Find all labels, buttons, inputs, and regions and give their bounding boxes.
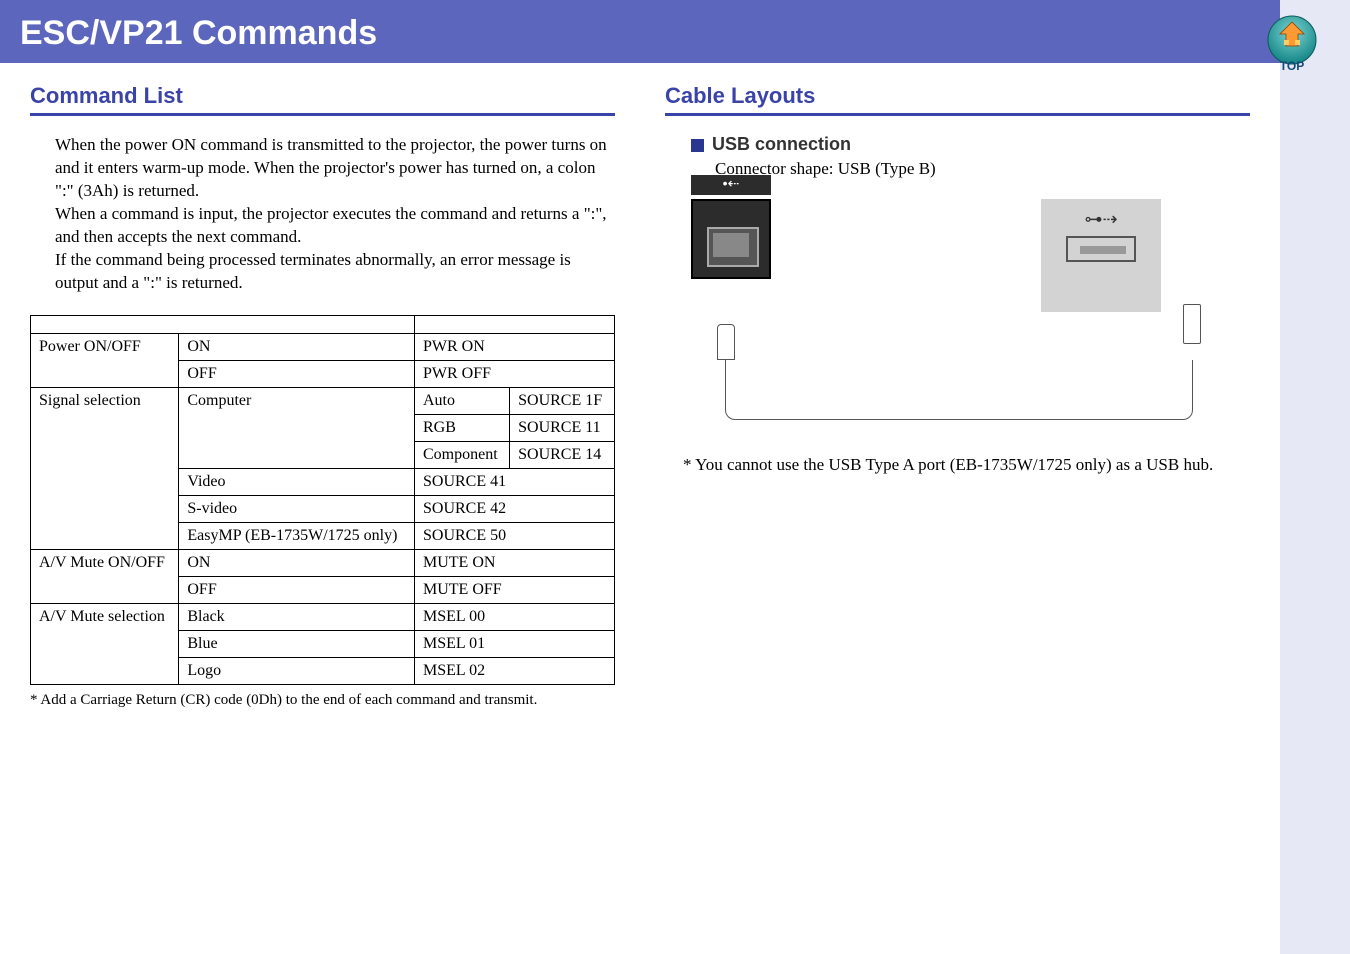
table-row: A/V Mute ON/OFF ON MUTE ON — [31, 549, 615, 576]
cell-mode: RGB — [415, 414, 510, 441]
table-row: Power ON/OFF ON PWR ON — [31, 333, 615, 360]
cell-item: Power ON/OFF — [31, 333, 179, 387]
cell-cmd: MSEL 00 — [415, 603, 615, 630]
cell-cmd: SOURCE 1F — [510, 387, 615, 414]
cell-cmd: SOURCE 11 — [510, 414, 615, 441]
usb-cable-path-icon — [725, 360, 1193, 420]
cell-sub: Video — [179, 468, 415, 495]
cell-cmd: MSEL 01 — [415, 630, 615, 657]
usb-type-a-block: ⊶⇢ — [1041, 199, 1161, 312]
cell-cmd: MSEL 02 — [415, 657, 615, 684]
top-nav-icon[interactable]: TOP — [1260, 12, 1324, 76]
section-title-cable-layouts: Cable Layouts — [665, 83, 1250, 116]
command-list-intro: When the power ON command is transmitted… — [55, 134, 615, 295]
right-column: Cable Layouts USB connection Connector s… — [665, 83, 1250, 710]
cell-item: A/V Mute ON/OFF — [31, 549, 179, 603]
cell-sub: Computer — [179, 387, 415, 468]
usb-cable-diagram — [691, 324, 1211, 444]
command-table: Power ON/OFF ON PWR ON OFF PWR OFF Signa… — [30, 315, 615, 685]
table-footnote: * Add a Carriage Return (CR) code (0Dh) … — [30, 691, 615, 711]
cell-cmd: PWR ON — [415, 333, 615, 360]
section-title-command-list: Command List — [30, 83, 615, 116]
cell-sub: Black — [179, 603, 415, 630]
cell-cmd: SOURCE 14 — [510, 441, 615, 468]
cell-item: Signal selection — [31, 387, 179, 549]
page-title: ESC/VP21 Commands — [20, 14, 377, 52]
page-header: ESC/VP21 Commands — [0, 0, 1280, 63]
usb-connection-heading: USB connection — [691, 134, 1250, 155]
cell-cmd: PWR OFF — [415, 360, 615, 387]
cell-item: A/V Mute selection — [31, 603, 179, 684]
cell-sub: Blue — [179, 630, 415, 657]
cell-sub: OFF — [179, 360, 415, 387]
usb-hub-note: * You cannot use the USB Type A port (EB… — [683, 454, 1250, 477]
cell-sub: EasyMP (EB-1735W/1725 only) — [179, 522, 415, 549]
cell-sub: OFF — [179, 576, 415, 603]
usb-connection-label: USB connection — [712, 134, 851, 154]
cell-sub: Logo — [179, 657, 415, 684]
blue-square-icon — [691, 139, 704, 152]
top-label: TOP — [1280, 59, 1304, 73]
cell-mode: Component — [415, 441, 510, 468]
cell-sub: S-video — [179, 495, 415, 522]
cell-sub: ON — [179, 333, 415, 360]
connector-shape-desc: Connector shape: USB (Type B) — [715, 159, 1250, 179]
left-column: Command List When the power ON command i… — [30, 83, 615, 710]
cell-cmd: SOURCE 41 — [415, 468, 615, 495]
usb-b-arrow-icon: •⇠ — [691, 175, 771, 195]
cell-cmd: SOURCE 50 — [415, 522, 615, 549]
cell-cmd: SOURCE 42 — [415, 495, 615, 522]
cell-cmd: MUTE OFF — [415, 576, 615, 603]
cell-sub: ON — [179, 549, 415, 576]
cell-cmd: MUTE ON — [415, 549, 615, 576]
table-row: A/V Mute selection Black MSEL 00 — [31, 603, 615, 630]
usb-diagram: •⇠ ⊶⇢ — [691, 199, 1250, 312]
usb-type-a-slot-icon — [1066, 236, 1136, 262]
cell-mode: Auto — [415, 387, 510, 414]
usb-plug-right-icon — [1183, 304, 1201, 344]
usb-a-symbol-icon: ⊶⇢ — [1061, 209, 1141, 230]
usb-plug-left-icon — [717, 324, 735, 360]
table-row: Signal selection Computer Auto SOURCE 1F — [31, 387, 615, 414]
usb-type-b-port-icon — [691, 199, 771, 279]
